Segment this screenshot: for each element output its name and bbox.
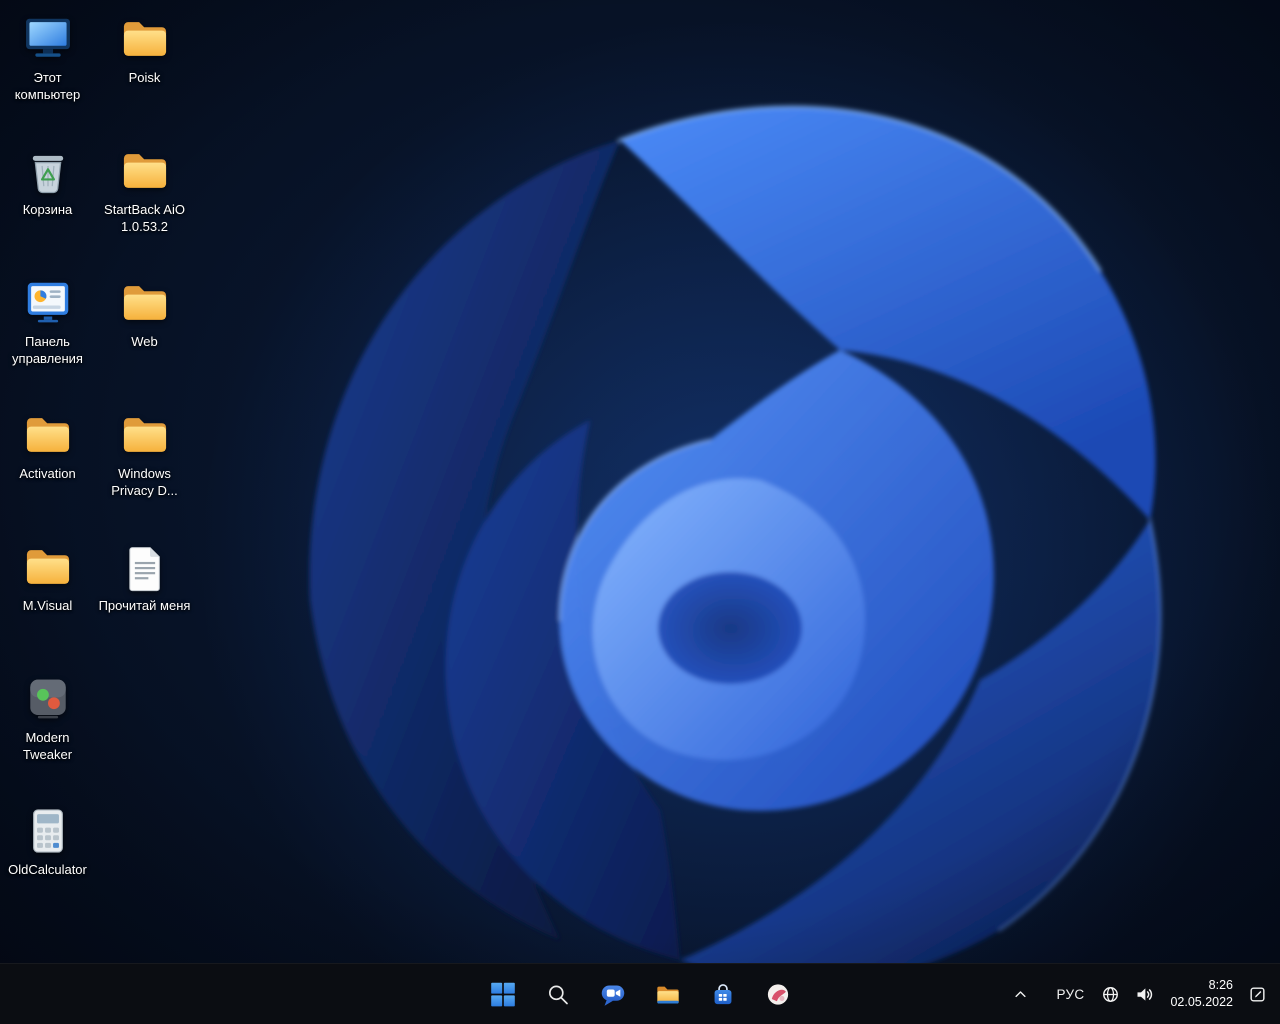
- language-indicator[interactable]: РУС: [1047, 973, 1095, 1015]
- desktop-icon-startback[interactable]: StartBack AiO 1.0.53.2: [97, 142, 192, 236]
- speaker-icon: [1137, 987, 1153, 1001]
- desktop-icon-control-panel[interactable]: Панель управления: [0, 274, 95, 368]
- recycle-bin-icon: [21, 144, 75, 198]
- folder-icon: [118, 144, 172, 198]
- desktop-icon-label: Web: [131, 334, 158, 349]
- clock[interactable]: 8:26 02.05.2022: [1162, 973, 1241, 1015]
- volume-button[interactable]: [1127, 973, 1162, 1015]
- desktop-icon-label: Прочитай меня: [98, 598, 191, 613]
- desktop-icon-web[interactable]: Web: [97, 274, 192, 351]
- search-icon: [544, 981, 571, 1008]
- desktop-icon-label: StartBack AiO 1.0.53.2: [104, 202, 185, 234]
- desktop-icon-label: Этот компьютер: [14, 70, 81, 102]
- clock-date: 02.05.2022: [1170, 995, 1233, 1009]
- start-button[interactable]: [482, 973, 524, 1015]
- folder-icon: [118, 12, 172, 66]
- this-pc-icon: [21, 12, 75, 66]
- network-button[interactable]: [1094, 973, 1127, 1015]
- desktop-icon-label: Poisk: [128, 70, 161, 85]
- show-hidden-icons-button[interactable]: [1006, 973, 1035, 1015]
- chat-camera-icon: [599, 981, 626, 1008]
- desktop-icon-poisk[interactable]: Poisk: [97, 10, 192, 87]
- desktop-icon-this-pc[interactable]: Этот компьютер: [0, 10, 95, 104]
- desktop-icon-oldcalculator[interactable]: OldCalculator: [0, 802, 95, 879]
- desktop-icon-readme[interactable]: Прочитай меня: [97, 538, 192, 615]
- windows-start-icon: [489, 981, 516, 1008]
- desktop-icon-activation[interactable]: Activation: [0, 406, 95, 483]
- desktop-icon-label: Корзина: [22, 202, 73, 217]
- pinned-app-icon: [764, 981, 791, 1008]
- desktop-icon-label: Modern Tweaker: [22, 730, 73, 762]
- folder-icon: [21, 408, 75, 462]
- chevron-up-icon: [1014, 990, 1026, 997]
- desktop: Этот компьютер Poisk Корзина StartBack A…: [0, 0, 1280, 964]
- pen-workspace-icon: [1250, 986, 1265, 1002]
- desktop-icon-modern-tweaker[interactable]: Modern Tweaker: [0, 670, 95, 764]
- explorer-folder-icon: [654, 981, 681, 1008]
- desktop-icon-label: Windows Privacy D...: [111, 466, 178, 498]
- desktop-icon-label: M.Visual: [22, 598, 73, 613]
- desktop-icon-label: OldCalculator: [8, 862, 87, 877]
- folder-icon: [118, 408, 172, 462]
- pen-workspace-button[interactable]: [1241, 973, 1274, 1015]
- desktop-icon-label: Панель управления: [12, 334, 83, 366]
- system-tray: РУС 8:26 02.05.2022: [1006, 964, 1275, 1024]
- pinned-app-button[interactable]: [757, 973, 799, 1015]
- control-panel-icon: [21, 276, 75, 330]
- store-button[interactable]: [702, 973, 744, 1015]
- desktop-icon-mvisual[interactable]: M.Visual: [0, 538, 95, 615]
- folder-icon: [21, 540, 75, 594]
- store-bag-icon: [709, 981, 736, 1008]
- chat-button[interactable]: [592, 973, 634, 1015]
- desktop-icon-windows-privacy[interactable]: Windows Privacy D...: [97, 406, 192, 500]
- app-tweaker-icon: [21, 672, 75, 726]
- search-button[interactable]: [537, 973, 579, 1015]
- file-explorer-button[interactable]: [647, 973, 689, 1015]
- globe-icon: [1103, 986, 1119, 1002]
- app-calculator-icon: [21, 804, 75, 858]
- taskbar: РУС 8:26 02.05.2022: [0, 963, 1280, 1024]
- folder-icon: [118, 276, 172, 330]
- desktop-icon-label: Activation: [19, 466, 76, 481]
- text-file-icon: [118, 540, 172, 594]
- clock-time: 8:26: [1208, 977, 1233, 992]
- desktop-icon-recycle-bin[interactable]: Корзина: [0, 142, 95, 219]
- taskbar-center-group: [482, 964, 799, 1024]
